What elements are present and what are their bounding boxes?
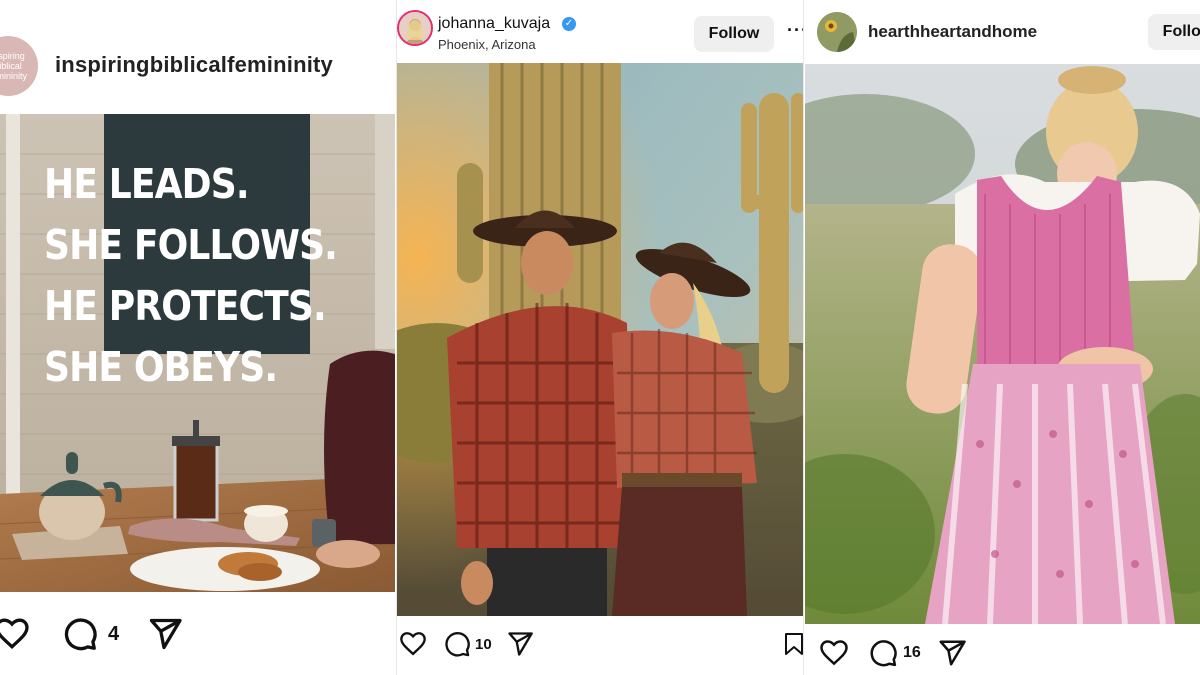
heart-icon[interactable] <box>0 616 30 652</box>
heart-icon[interactable] <box>399 630 427 658</box>
overlay-line-1: HE LEADS. <box>44 160 250 208</box>
image-overlay-text: HE LEADS. SHE FOLLOWS. HE PROTECTS. SHE … <box>44 154 338 398</box>
share-icon[interactable] <box>506 630 534 658</box>
post-actions: 16 <box>819 637 967 669</box>
username[interactable]: inspiringbiblicalfemininity <box>55 52 333 78</box>
post-image <box>805 64 1200 624</box>
avatar[interactable] <box>817 12 857 52</box>
comment-icon[interactable] <box>62 616 98 652</box>
username[interactable]: hearthheartandhome <box>868 22 1037 42</box>
avatar[interactable] <box>397 10 433 46</box>
post-header: hearthheartandhome Follow <box>805 10 1200 54</box>
post-header: inspiring biblical femininity inspiringb… <box>0 34 395 96</box>
share-icon[interactable] <box>147 616 183 652</box>
overlay-line-3: HE PROTECTS. <box>44 282 327 330</box>
post-johanna-kuvaja: johanna_kuvaja ✓ Phoenix, Arizona Follow… <box>396 0 804 675</box>
post-image <box>397 63 803 616</box>
comment-count: 10 <box>475 635 492 653</box>
post-actions: 4 <box>0 612 183 656</box>
post-inspiringbiblicalfemininity: inspiring biblical femininity inspiringb… <box>0 0 395 675</box>
comment-count: 4 <box>108 622 120 645</box>
more-options-icon[interactable]: ··· <box>787 20 803 41</box>
caption-preview-cutoff <box>397 668 697 675</box>
overlay-line-2: SHE FOLLOWS. <box>44 221 338 269</box>
location-link[interactable]: Phoenix, Arizona <box>438 37 536 52</box>
comment-icon[interactable] <box>443 630 471 658</box>
instagram-posts-collage: inspiring biblical femininity inspiringb… <box>0 0 1200 675</box>
verified-badge-icon: ✓ <box>562 17 576 31</box>
dirndl-woman-photo <box>805 64 1200 624</box>
post-actions: 10 <box>399 628 534 660</box>
overlay-line-4: SHE OBEYS. <box>44 343 278 391</box>
avatar-logo-text: inspiring biblical femininity <box>0 51 27 81</box>
comment-icon[interactable] <box>868 638 898 668</box>
comment-count: 16 <box>903 644 921 661</box>
avatar[interactable]: inspiring biblical femininity <box>0 36 38 96</box>
post-hearthheartandhome: hearthheartandhome Follow <box>805 0 1200 675</box>
username[interactable]: johanna_kuvaja <box>438 15 550 33</box>
heart-icon[interactable] <box>819 638 849 668</box>
post-image: HE LEADS. SHE FOLLOWS. HE PROTECTS. SHE … <box>0 114 395 592</box>
post-header: johanna_kuvaja ✓ Phoenix, Arizona Follow… <box>397 8 803 58</box>
follow-button[interactable]: Follow <box>1148 14 1200 50</box>
desert-couple-photo <box>397 63 803 616</box>
share-icon[interactable] <box>937 638 967 668</box>
bookmark-icon[interactable] <box>783 632 803 656</box>
follow-button[interactable]: Follow <box>694 16 774 52</box>
